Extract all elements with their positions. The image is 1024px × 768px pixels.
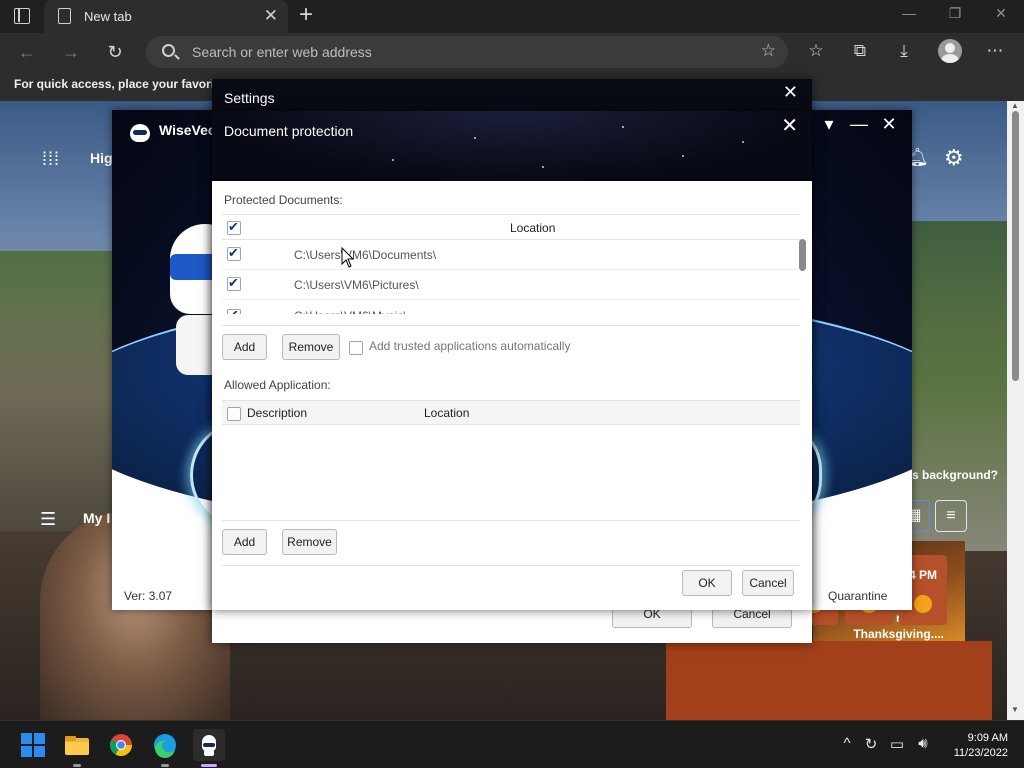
background-city	[0, 251, 120, 531]
hourly-forecast	[666, 641, 992, 720]
file-explorer-icon[interactable]	[61, 729, 93, 761]
running-indicator	[161, 764, 169, 767]
mouse-cursor-icon	[341, 247, 355, 268]
scroll-up-icon[interactable]: ▲	[1011, 101, 1019, 110]
taskbar: ^ ↻ ▭ 🔊︎ 9:09 AM 11/23/2022	[0, 720, 1024, 768]
protected-documents-label: Protected Documents:	[224, 193, 343, 207]
protected-table-header: Location	[222, 215, 800, 240]
sync-icon[interactable]: ↻	[860, 735, 882, 753]
clock-date: 11/23/2022	[953, 747, 1008, 759]
minimize-icon[interactable]: —	[846, 114, 872, 135]
list-scrollbar-thumb[interactable]	[799, 239, 806, 271]
table-row[interactable]: C:\Users\VM6\Pictures\	[222, 270, 800, 300]
minimize-icon[interactable]: —	[894, 5, 924, 21]
divider	[222, 520, 800, 521]
chevron-up-icon[interactable]: ^	[836, 735, 858, 752]
row-location: C:\Users\VM6\Pictures\	[294, 278, 419, 292]
search-icon	[162, 44, 175, 57]
sun-icon	[914, 595, 932, 613]
collections-icon[interactable]: ⧉	[849, 41, 871, 61]
tab-actions-icon[interactable]	[14, 8, 30, 24]
add-protected-button[interactable]: Add	[222, 334, 267, 360]
running-indicator	[73, 764, 81, 767]
document-protection-dialog: Document protection ✕ Protected Document…	[212, 111, 812, 610]
row-location: C:\Users\VM6\Documents\	[294, 248, 437, 262]
refresh-icon[interactable]: ↻	[102, 39, 128, 65]
wisevector-title: WiseVec	[159, 122, 216, 138]
close-icon[interactable]: ✕	[876, 114, 902, 135]
tab-title: New tab	[84, 9, 132, 24]
profile-avatar[interactable]	[938, 39, 962, 63]
trusted-apps-label[interactable]: Add trusted applications automatically	[369, 339, 570, 353]
quarantine-link[interactable]: Quarantine	[828, 589, 887, 603]
version-label: Ver: 3.07	[124, 589, 173, 603]
trusted-apps-checkbox[interactable]	[349, 341, 363, 355]
select-all-allowed-checkbox[interactable]	[227, 407, 241, 421]
remove-protected-button[interactable]: Remove	[282, 334, 340, 360]
add-favorite-icon[interactable]: ☆	[761, 41, 776, 61]
scrollbar-thumb[interactable]	[1012, 111, 1019, 381]
page-icon	[58, 8, 71, 24]
divider	[222, 325, 800, 326]
tab-new-tab[interactable]: New tab ✕	[44, 0, 288, 33]
new-tab-icon[interactable]: +	[294, 3, 318, 27]
active-indicator	[201, 764, 217, 767]
menu-icon[interactable]: ☰	[40, 509, 56, 530]
downloads-icon[interactable]: ⤓	[893, 41, 915, 61]
row-checkbox[interactable]	[227, 308, 241, 314]
location-column-header: Location	[424, 406, 470, 420]
description-column-header: Description	[247, 406, 308, 420]
restore-icon[interactable]: ❐	[940, 5, 970, 22]
location-column-header: Location	[510, 221, 556, 235]
favorites-icon[interactable]: ☆	[805, 41, 827, 61]
wisevector-logo-icon	[128, 122, 152, 148]
address-bar[interactable]: Search or enter web address ☆	[146, 36, 788, 68]
divider	[222, 565, 800, 566]
more-options-icon[interactable]: ⋯	[984, 41, 1006, 61]
browser-titlebar: New tab ✕ + — ❐ ✕	[0, 0, 1024, 33]
chrome-icon[interactable]	[105, 729, 137, 761]
list-view-icon[interactable]: ≡	[935, 500, 967, 532]
page-scrollbar[interactable]: ▲ ▼	[1007, 101, 1024, 720]
close-tab-icon[interactable]: ✕	[264, 6, 278, 26]
forward-icon[interactable]: →	[58, 39, 84, 65]
windows-start-icon[interactable]	[17, 729, 49, 761]
my-feed-label: My I	[83, 510, 111, 526]
dialog-title: Document protection	[224, 123, 354, 139]
menu-dropdown-icon[interactable]: ▾	[816, 114, 842, 135]
table-row[interactable]: C:\Users\VM6\Documents\	[222, 240, 800, 270]
display-icon[interactable]: ▭	[886, 735, 908, 753]
browser-toolbar: ← → ↻ Search or enter web address ☆ ☆ ⧉ …	[0, 33, 1024, 71]
ok-button[interactable]: OK	[682, 570, 732, 596]
cancel-button[interactable]: Cancel	[742, 570, 794, 596]
address-placeholder: Search or enter web address	[192, 44, 372, 60]
app-launcher-icon[interactable]: ⁞⁞⁞	[42, 149, 60, 170]
edge-icon[interactable]	[149, 729, 181, 761]
page-heading: Hig	[90, 150, 113, 166]
clock-time: 9:09 AM	[967, 732, 1008, 744]
select-all-checkbox[interactable]	[227, 219, 241, 235]
favorites-bar-text: For quick access, place your favorites	[14, 77, 232, 91]
remove-allowed-button[interactable]: Remove	[282, 529, 337, 555]
wisevector-taskbar-icon[interactable]	[193, 729, 225, 761]
settings-header: Settings ✕	[212, 79, 812, 112]
dialog-header: Document protection ✕	[212, 111, 812, 181]
gear-icon[interactable]: ⚙	[944, 145, 964, 171]
allowed-application-label: Allowed Application:	[224, 378, 331, 392]
row-checkbox[interactable]	[227, 245, 241, 261]
back-icon[interactable]: ←	[14, 39, 40, 65]
clock[interactable]: 9:09 AM 11/23/2022	[936, 731, 1008, 761]
background-question[interactable]: s background?	[912, 468, 998, 482]
scroll-down-icon[interactable]: ▼	[1011, 705, 1019, 714]
allowed-table-header: Description Location	[222, 400, 800, 425]
close-icon[interactable]: ✕	[781, 113, 798, 138]
row-checkbox[interactable]	[227, 275, 241, 291]
close-icon[interactable]: ✕	[783, 82, 798, 103]
settings-title: Settings	[224, 90, 275, 106]
add-allowed-button[interactable]: Add	[222, 529, 267, 555]
close-window-icon[interactable]: ✕	[986, 5, 1016, 22]
row-location: C:\Users\VM6\Music\	[294, 309, 407, 314]
table-row[interactable]: C:\Users\VM6\Music\	[222, 308, 800, 314]
volume-icon[interactable]: 🔊︎	[912, 735, 934, 752]
